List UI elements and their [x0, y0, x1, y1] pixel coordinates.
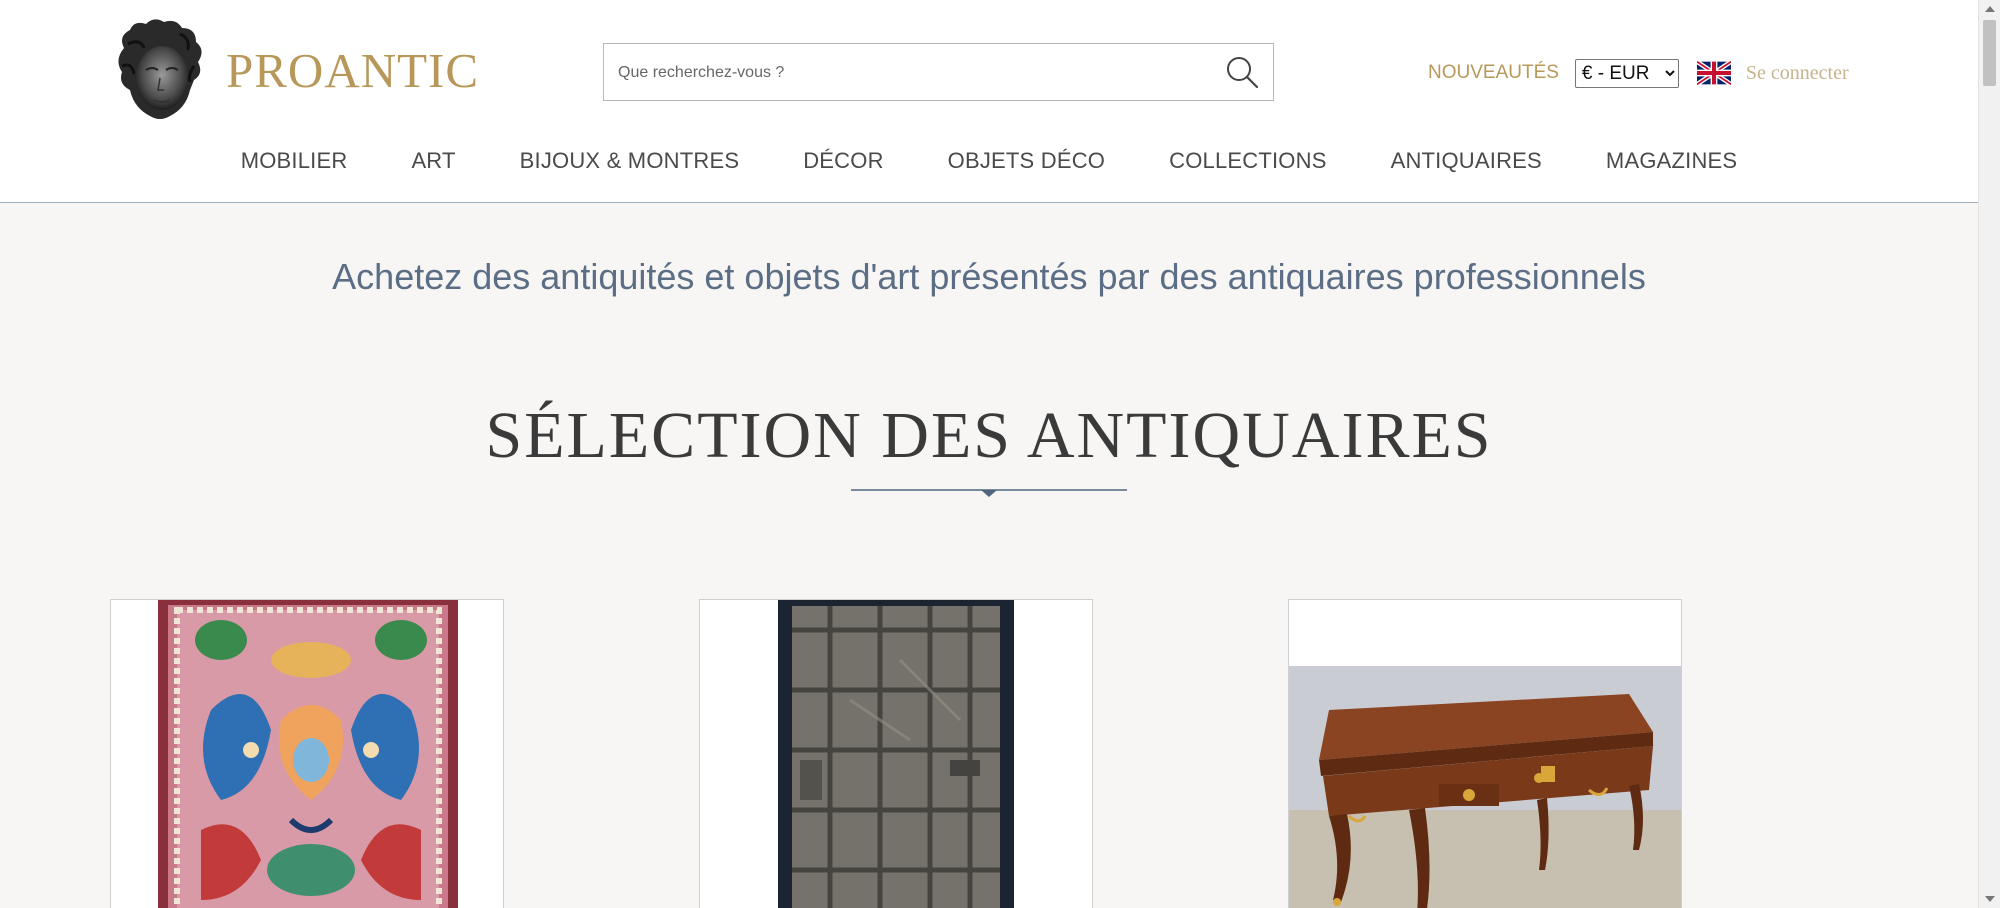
- header-actions: NOUVEAUTÉS € - EUR Se connecter: [1428, 56, 1849, 90]
- iron-door-image: [700, 600, 1092, 908]
- tagline: Achetez des antiquités et objets d'art p…: [332, 256, 1646, 297]
- scroll-up-arrow-icon[interactable]: [1979, 0, 2000, 18]
- nav-item-bijoux-montres[interactable]: BIJOUX & MONTRES: [520, 148, 740, 174]
- product-grid: [110, 599, 1810, 908]
- nav-item-magazines[interactable]: MAGAZINES: [1606, 148, 1737, 174]
- search-icon[interactable]: [1225, 55, 1259, 89]
- vertical-scrollbar[interactable]: [1978, 0, 2000, 908]
- nav-item-objets-deco[interactable]: OBJETS DÉCO: [948, 148, 1105, 174]
- site-header: PROANTIC NOUVEAUTÉS € - EUR Se connecter: [0, 0, 1978, 203]
- nav-item-antiquaires[interactable]: ANTIQUAIRES: [1391, 148, 1542, 174]
- nav-item-decor[interactable]: DÉCOR: [803, 148, 883, 174]
- nav-item-collections[interactable]: COLLECTIONS: [1169, 148, 1326, 174]
- new-items-link[interactable]: NOUVEAUTÉS: [1428, 62, 1559, 84]
- page: PROANTIC NOUVEAUTÉS € - EUR Se connecter: [0, 0, 1978, 908]
- nav-item-art[interactable]: ART: [411, 148, 455, 174]
- uk-flag-icon[interactable]: [1696, 61, 1731, 85]
- product-card[interactable]: [699, 599, 1093, 908]
- scroll-down-arrow-icon[interactable]: [1979, 890, 2000, 908]
- search-input[interactable]: [616, 44, 1210, 102]
- medusa-head-icon: [118, 19, 202, 119]
- section-title: SÉLECTION DES ANTIQUAIRES: [485, 399, 1493, 472]
- logo-text: PROANTIC: [226, 42, 480, 98]
- nav-item-mobilier[interactable]: MOBILIER: [241, 148, 348, 174]
- currency-select[interactable]: € - EUR: [1574, 58, 1679, 88]
- logo[interactable]: PROANTIC: [110, 18, 479, 122]
- title-divider: [851, 489, 1127, 497]
- main-nav: MOBILIER ART BIJOUX & MONTRES DÉCOR OBJE…: [0, 148, 1978, 174]
- search-box: [603, 43, 1274, 102]
- product-card[interactable]: [1288, 599, 1682, 908]
- wooden-desk-image: [1289, 600, 1681, 908]
- login-link[interactable]: Se connecter: [1746, 62, 1849, 85]
- scrollbar-thumb[interactable]: [1983, 20, 1996, 86]
- product-card[interactable]: [110, 599, 504, 908]
- persian-rug-image: [111, 600, 503, 908]
